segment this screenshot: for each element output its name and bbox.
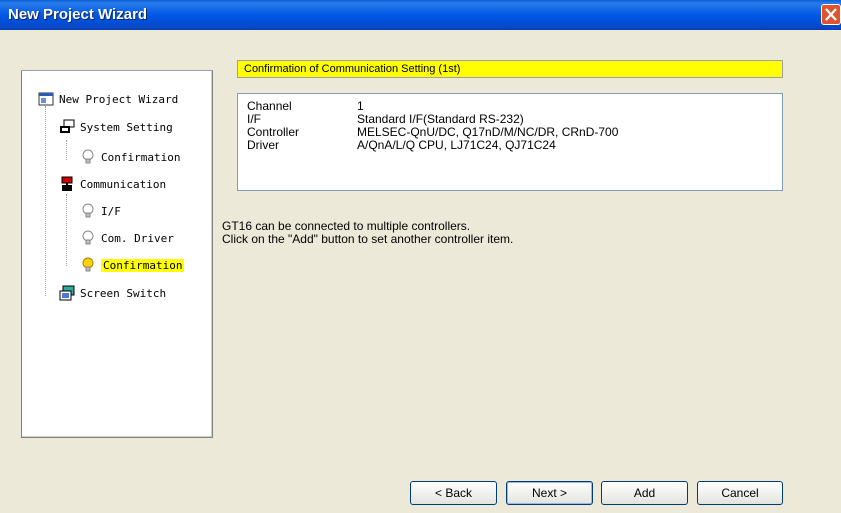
system-icon (59, 119, 75, 135)
wizard-icon (38, 91, 54, 107)
title-bar: New Project Wizard (0, 0, 841, 30)
info-value: A/QnA/L/Q CPU, LJ71C24, QJ71C24 (357, 138, 556, 152)
close-button[interactable] (821, 4, 841, 25)
add-button[interactable]: Add (601, 481, 688, 505)
info-row-channel: Channel 1 (247, 99, 364, 113)
bulb-icon (80, 230, 96, 246)
info-row-driver: Driver A/QnA/L/Q CPU, LJ71C24, QJ71C24 (247, 138, 556, 152)
wizard-tree-panel (21, 58, 213, 438)
communication-icon (59, 176, 75, 192)
tree-item-confirmation-system[interactable]: Confirmation (80, 148, 180, 166)
info-row-controller: Controller MELSEC-QnU/DC, Q17nD/M/NC/DR,… (247, 125, 618, 139)
tree-item-label-selected: Confirmation (101, 258, 185, 272)
tree-item-label: Com. Driver (101, 231, 174, 245)
info-row-if: I/F Standard I/F(Standard RS-232) (247, 112, 524, 126)
info-key: Controller (247, 125, 300, 139)
window-title: New Project Wizard (8, 6, 148, 23)
tree-item-new-project-wizard[interactable]: New Project Wizard (38, 90, 178, 108)
info-value: 1 (357, 99, 364, 113)
tree-item-label: New Project Wizard (59, 92, 179, 106)
tree-item-com-driver[interactable]: Com. Driver (80, 229, 174, 247)
tree-item-label: Confirmation (101, 150, 181, 164)
tree-item-label: Communication (80, 177, 167, 191)
info-value: Standard I/F(Standard RS-232) (357, 112, 524, 126)
screen-switch-icon (59, 285, 75, 301)
tree-panel-header (21, 58, 213, 71)
bulb-icon (80, 203, 96, 219)
bulb-active-icon (80, 257, 96, 273)
settings-summary-box: Channel 1 I/F Standard I/F(Standard RS-2… (237, 93, 783, 191)
cancel-button[interactable]: Cancel (697, 481, 783, 505)
tree-item-label: I/F (101, 204, 121, 218)
info-key: Driver (247, 138, 279, 152)
tree-item-if[interactable]: I/F (80, 202, 121, 220)
info-key: I/F (247, 112, 261, 126)
bulb-icon (80, 149, 96, 165)
multi-controller-message: GT16 can be connected to multiple contro… (222, 220, 513, 246)
info-value: MELSEC-QnU/DC, Q17nD/M/NC/DR, CRnD-700 (357, 125, 619, 139)
message-line: Click on the "Add" button to set another… (222, 232, 514, 246)
next-button[interactable]: Next > (506, 481, 593, 505)
back-button[interactable]: < Back (410, 481, 497, 505)
confirmation-header: Confirmation of Communication Setting (1… (237, 60, 783, 78)
info-key: Channel (247, 99, 292, 113)
tree-item-screen-switch[interactable]: Screen Switch (59, 284, 166, 302)
tree-item-system-setting[interactable]: System Setting (59, 118, 173, 136)
close-icon (825, 8, 837, 21)
tree-item-label: Screen Switch (80, 286, 167, 300)
tree-item-communication[interactable]: Communication (59, 175, 166, 193)
tree-item-confirmation-communication[interactable]: Confirmation (80, 256, 185, 274)
tree-item-label: System Setting (80, 120, 173, 134)
